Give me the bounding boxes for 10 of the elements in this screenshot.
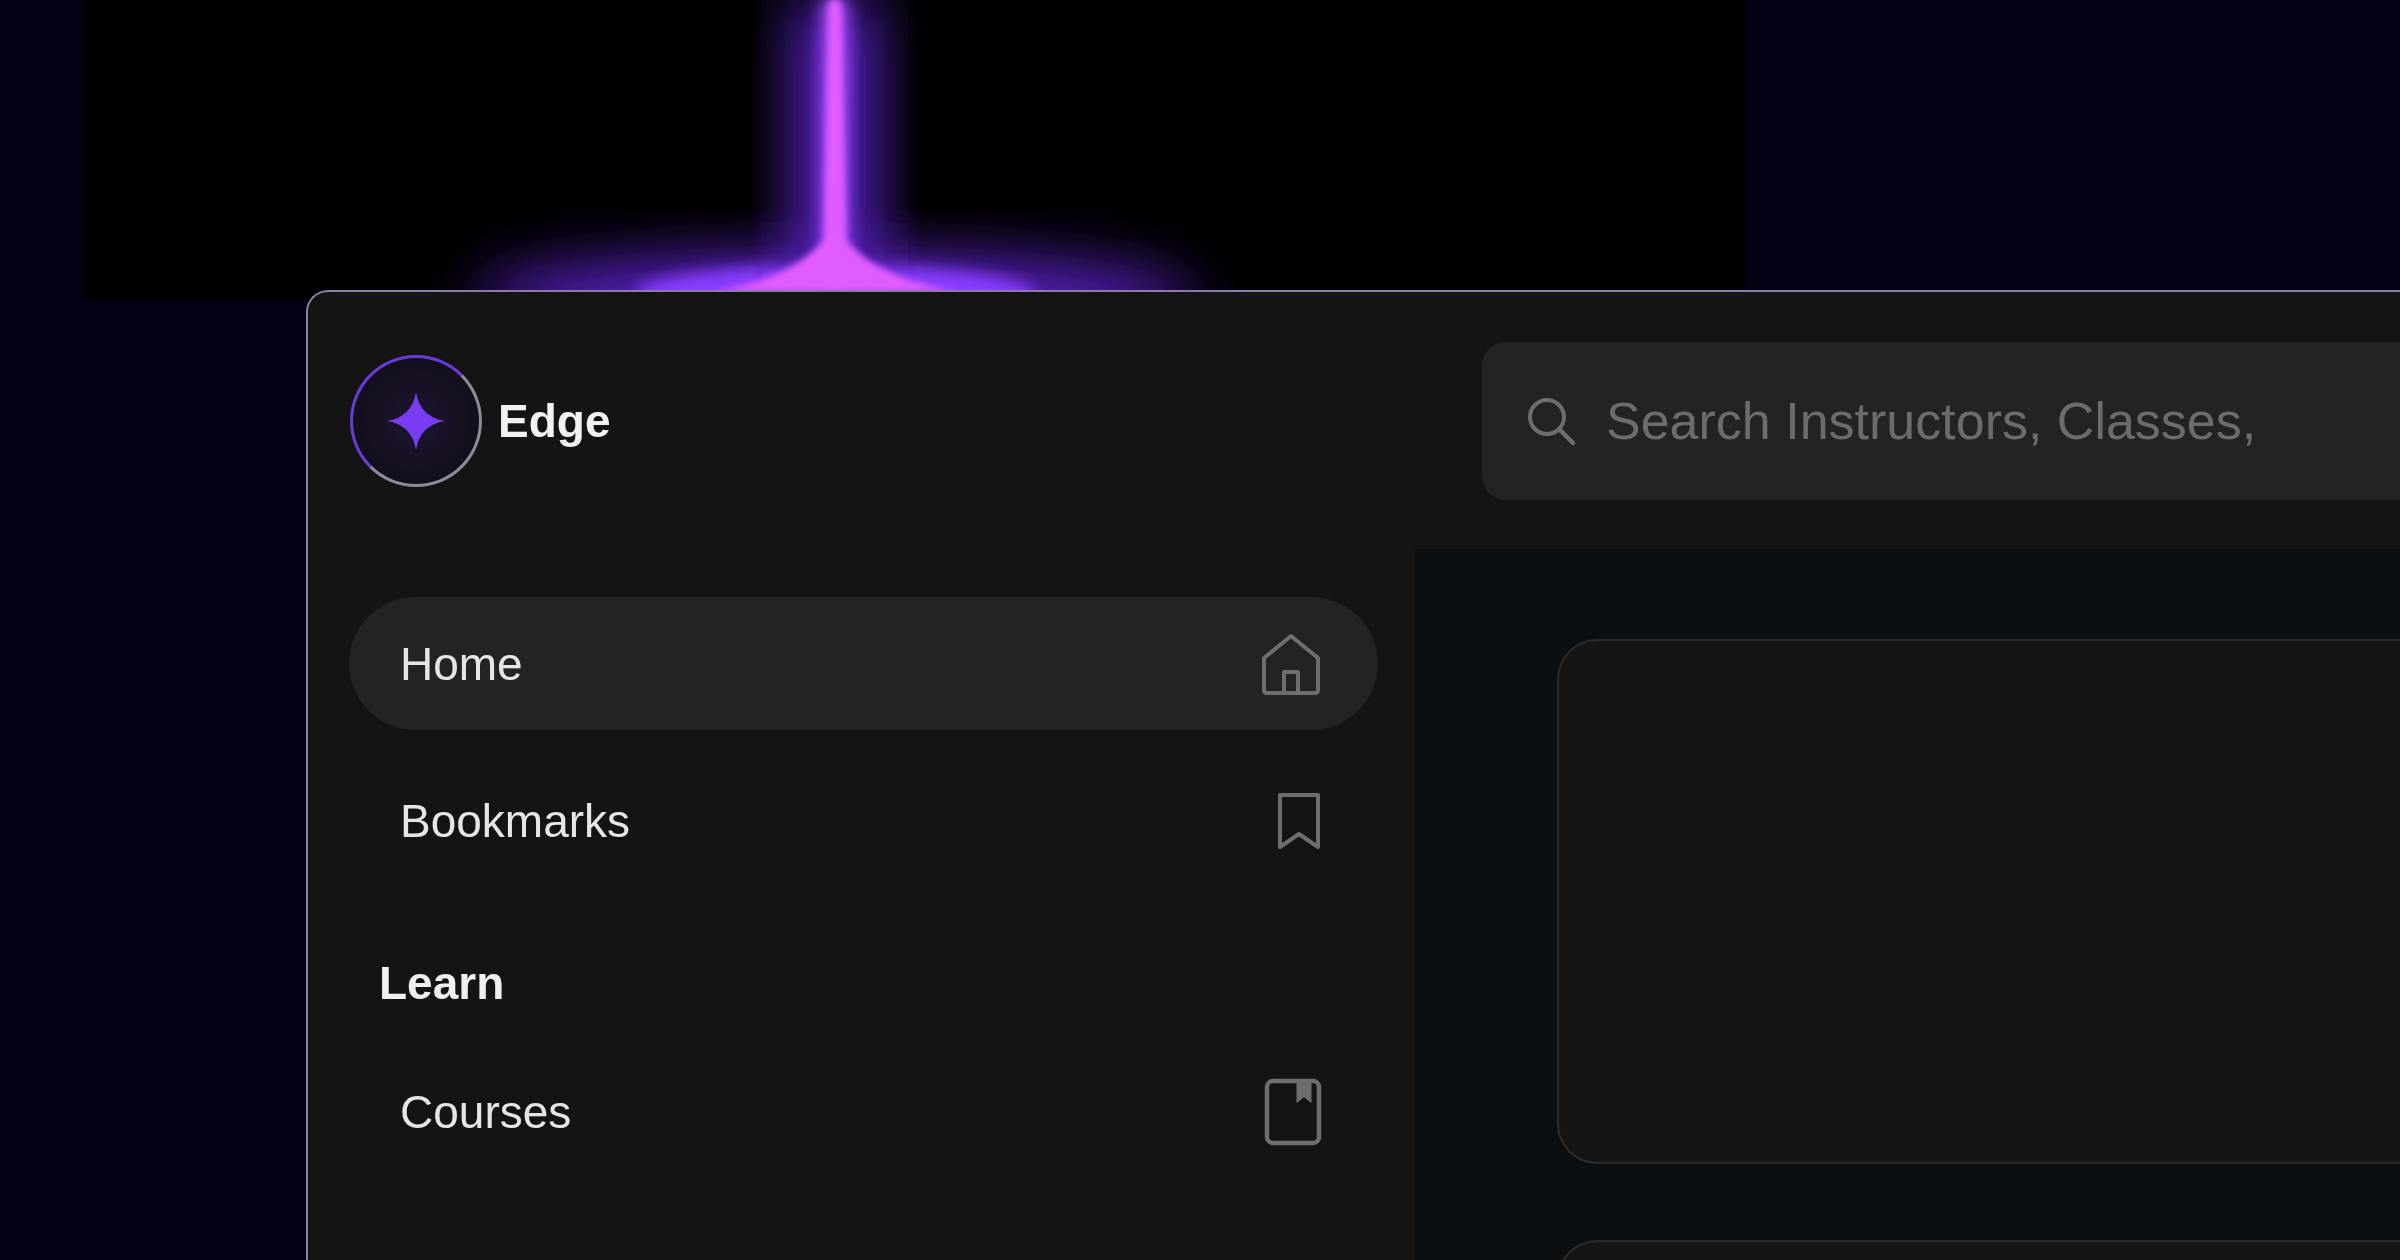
nav-item[interactable]: Home xyxy=(349,597,1378,730)
nav-item[interactable]: Courses xyxy=(349,1045,1378,1178)
nav-item[interactable]: Bookmarks xyxy=(349,754,1378,887)
section-heading: Learn xyxy=(379,956,506,1011)
search-field[interactable]: Search Instructors, Classes, xyxy=(1482,341,2400,500)
home-icon xyxy=(1260,631,1322,696)
brand-name: Edge xyxy=(498,393,611,448)
book-icon xyxy=(1264,1077,1322,1146)
bookmark-icon xyxy=(1276,791,1322,850)
search-icon xyxy=(1526,395,1576,446)
